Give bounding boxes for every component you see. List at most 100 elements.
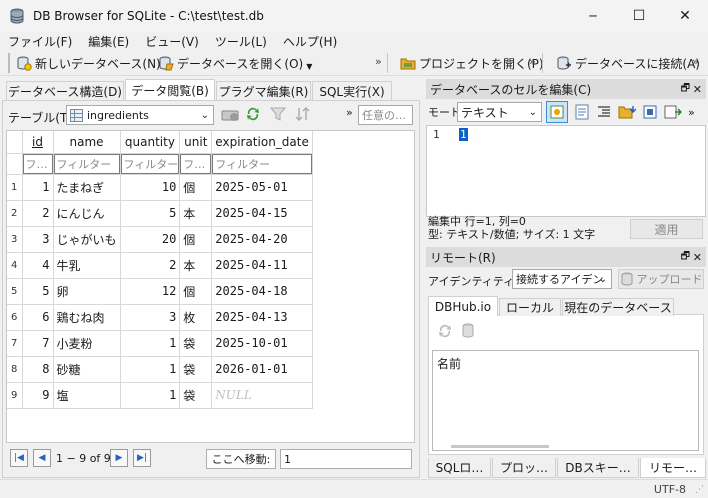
menu-help[interactable]: ヘルプ(H) <box>275 33 345 50</box>
cell-expiration-date[interactable]: 2025-05-01 <box>211 174 313 201</box>
cell-quantity[interactable]: 20 <box>120 226 181 253</box>
cell-id[interactable]: 3 <box>22 226 54 253</box>
next-page-button[interactable]: ▶ <box>110 449 128 467</box>
cell-quantity[interactable]: 10 <box>120 174 181 201</box>
row-number[interactable]: 1 <box>7 174 23 201</box>
cell-expiration-date[interactable]: 2025-04-11 <box>211 252 313 279</box>
cell-unit[interactable]: 本 <box>179 200 213 227</box>
table-row[interactable]: 2 2 にんじん 5 本 2025-04-15 <box>7 200 313 227</box>
row-number[interactable]: 4 <box>7 252 23 279</box>
column-header-name[interactable]: name <box>53 131 121 154</box>
refresh-remote-icon[interactable] <box>437 323 453 339</box>
toolbar-overflow-3[interactable]: » <box>692 55 699 68</box>
row-number[interactable]: 5 <box>7 278 23 305</box>
filter-input-id[interactable]: フ… <box>22 153 53 174</box>
remote-tab-current-database[interactable]: 現在のデータベース <box>562 298 674 316</box>
column-header-id[interactable]: id <box>22 131 54 154</box>
sort-icon[interactable] <box>295 106 311 122</box>
minimize-button[interactable]: ─ <box>570 0 616 32</box>
goto-input[interactable]: 1 <box>280 449 412 469</box>
row-number[interactable]: 3 <box>7 226 23 253</box>
filter-clear-icon[interactable] <box>270 106 286 122</box>
identity-select[interactable]: 接続するアイデン ⌄ <box>512 269 612 289</box>
previous-page-button[interactable]: ◀ <box>33 449 51 467</box>
cell-id[interactable]: 8 <box>22 356 54 383</box>
filter-cell[interactable]: フ… <box>22 153 54 175</box>
cell-quantity[interactable]: 5 <box>120 200 181 227</box>
close-pane-icon[interactable]: ✕ <box>693 251 702 264</box>
menu-edit[interactable]: 編集(E) <box>80 33 137 50</box>
export-icon[interactable] <box>642 104 658 120</box>
cell-unit[interactable]: 本 <box>179 252 213 279</box>
filter-cell[interactable]: フィルター <box>120 153 181 175</box>
cell-editor-overflow[interactable]: » <box>688 106 695 119</box>
clone-database-icon[interactable] <box>461 323 477 339</box>
remote-file-list[interactable]: 名前 <box>432 350 699 451</box>
cell-quantity[interactable]: 1 <box>120 382 181 409</box>
cell-quantity[interactable]: 1 <box>120 356 181 383</box>
cell-unit[interactable]: 個 <box>179 174 213 201</box>
table-row[interactable]: 9 9 塩 1 袋 NULL <box>7 382 313 409</box>
row-number[interactable]: 6 <box>7 304 23 331</box>
cell-quantity[interactable]: 12 <box>120 278 181 305</box>
import-icon[interactable] <box>618 104 636 120</box>
cell-expiration-date[interactable]: 2025-04-20 <box>211 226 313 253</box>
float-pane-icon[interactable]: 🗗 <box>681 81 690 98</box>
table-row[interactable]: 4 4 牛乳 2 本 2025-04-11 <box>7 252 313 279</box>
indent-icon[interactable] <box>596 104 612 120</box>
column-header-unit[interactable]: unit <box>179 131 213 154</box>
cell-expiration-date[interactable]: 2026-01-01 <box>211 356 313 383</box>
name-column-header[interactable]: 名前 <box>437 355 461 372</box>
filter-cell[interactable]: フィルター <box>53 153 121 175</box>
row-number[interactable]: 9 <box>7 382 23 409</box>
cell-name[interactable]: 砂糖 <box>53 356 121 383</box>
cell-quantity[interactable]: 3 <box>120 304 181 331</box>
cell-expiration-date[interactable]: 2025-04-13 <box>211 304 313 331</box>
menu-tools[interactable]: ツール(L) <box>207 33 275 50</box>
cell-id[interactable]: 6 <box>22 304 54 331</box>
cell-quantity[interactable]: 2 <box>120 252 181 279</box>
any-column-filter[interactable]: 任意の… <box>358 105 413 125</box>
first-page-button[interactable]: |◀ <box>10 449 28 467</box>
cell-id[interactable]: 9 <box>22 382 54 409</box>
table-row[interactable]: 1 1 たまねぎ 10 個 2025-05-01 <box>7 174 313 201</box>
toolbar-overflow-2[interactable]: » <box>529 55 536 68</box>
cell-name[interactable]: にんじん <box>53 200 121 227</box>
column-header-expiration-date[interactable]: expiration_date <box>211 131 313 154</box>
table-row[interactable]: 6 6 鶏むね肉 3 枚 2025-04-13 <box>7 304 313 331</box>
cell-unit[interactable]: 袋 <box>179 356 213 383</box>
filter-cell[interactable]: フィルター <box>211 153 313 175</box>
clear-filters-icon[interactable] <box>221 107 239 123</box>
table-row[interactable]: 3 3 じゃがいも 20 個 2025-04-20 <box>7 226 313 253</box>
cell-id[interactable]: 7 <box>22 330 54 357</box>
last-page-button[interactable]: ▶| <box>133 449 151 467</box>
horizontal-scrollbar[interactable] <box>451 445 549 448</box>
tab-edit-pragmas[interactable]: プラグマ編集(R) <box>216 81 311 100</box>
new-database-button[interactable]: 新しいデータベース(N) <box>16 52 161 74</box>
close-pane-icon[interactable]: ✕ <box>693 83 702 96</box>
dock-tab-remote[interactable]: リモー… <box>640 458 706 478</box>
cell-unit[interactable]: 枚 <box>179 304 213 331</box>
cell-expiration-date[interactable]: NULL <box>211 382 313 409</box>
tab-browse-data[interactable]: データ閲覧(B) <box>125 79 215 101</box>
toolbar-overflow-1[interactable]: » <box>375 55 382 68</box>
cell-name[interactable]: 塩 <box>53 382 121 409</box>
filter-input-unit[interactable]: フ… <box>180 153 212 174</box>
cell-id[interactable]: 1 <box>22 174 54 201</box>
remote-tab-dbhub[interactable]: DBHub.io <box>428 296 498 316</box>
cell-name[interactable]: じゃがいも <box>53 226 121 253</box>
set-as-null-icon[interactable] <box>664 104 682 120</box>
dock-tab-db-schema[interactable]: DBスキー… <box>557 458 639 478</box>
cell-name[interactable]: 牛乳 <box>53 252 121 279</box>
cell-id[interactable]: 2 <box>22 200 54 227</box>
tab-execute-sql[interactable]: SQL実行(X) <box>312 81 392 100</box>
table-row[interactable]: 7 7 小麦粉 1 袋 2025-10-01 <box>7 330 313 357</box>
word-wrap-icon[interactable] <box>574 104 590 120</box>
menu-file[interactable]: ファイル(F) <box>0 33 80 50</box>
float-pane-icon[interactable]: 🗗 <box>681 249 690 266</box>
cell-unit[interactable]: 袋 <box>179 330 213 357</box>
tab-database-structure[interactable]: データベース構造(D) <box>6 81 124 100</box>
cell-name[interactable]: たまねぎ <box>53 174 121 201</box>
row-number[interactable]: 2 <box>7 200 23 227</box>
row-number[interactable]: 7 <box>7 330 23 357</box>
